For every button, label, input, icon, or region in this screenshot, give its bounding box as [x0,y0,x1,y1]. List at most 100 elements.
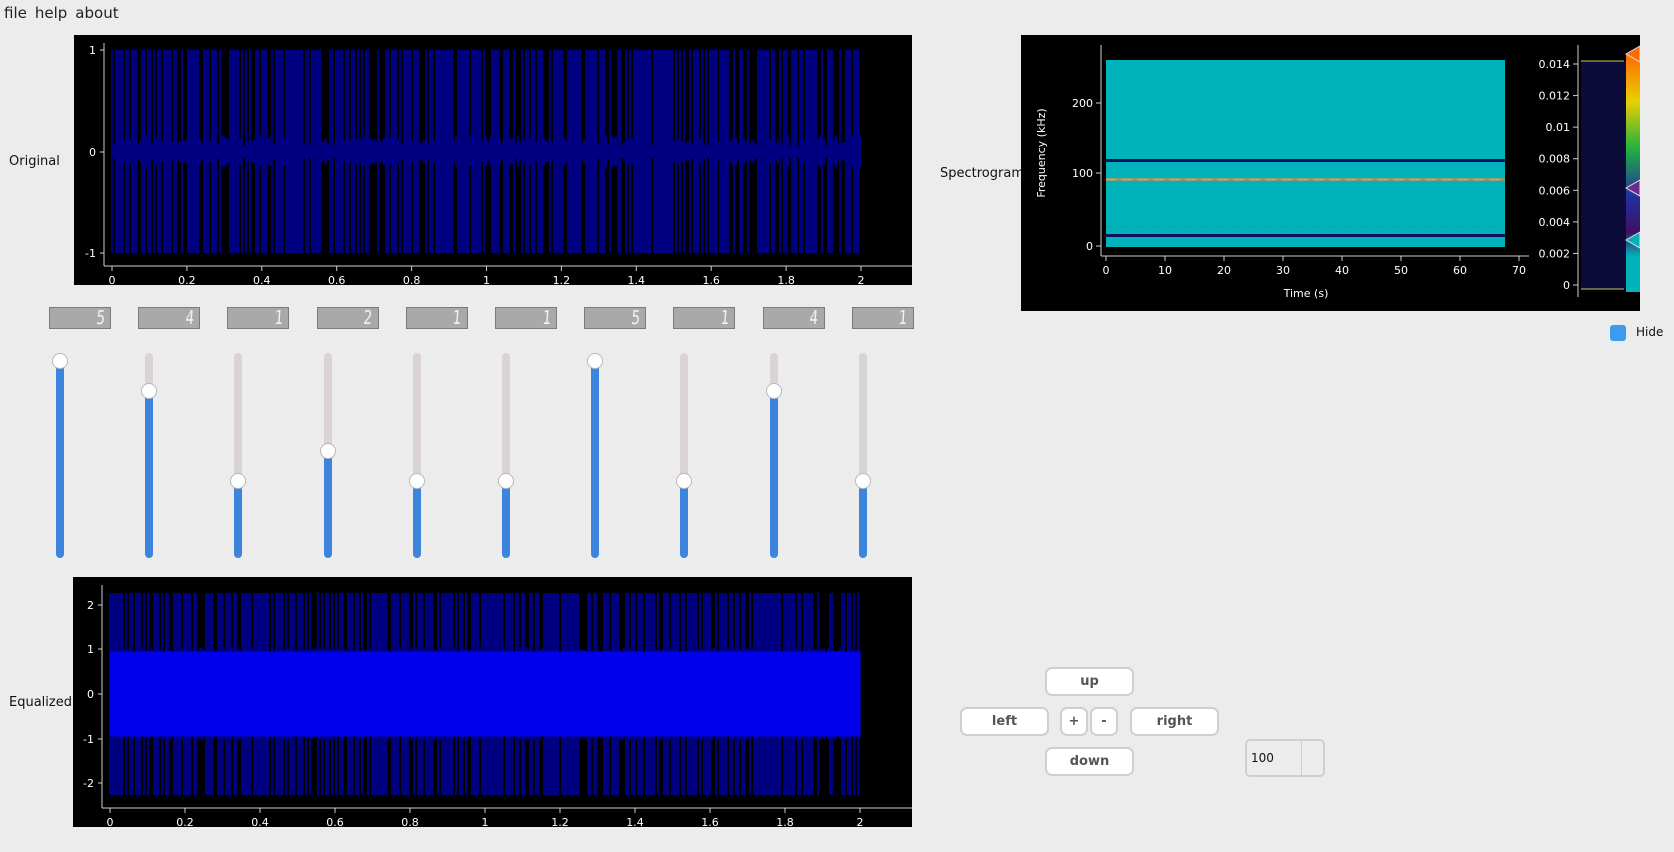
x-tick-label: 0 [107,816,114,827]
spectrogram-plot[interactable]: 0 10 20 30 40 50 60 70 200 100 0 Time (s) Frequency … [1021,35,1640,311]
band-2-slider[interactable] [139,353,159,558]
up-button[interactable]: up [1045,667,1134,696]
spectrogram-image [1106,60,1505,247]
slider-handle[interactable] [408,473,425,489]
slider-handle[interactable] [52,353,68,369]
menu-bar: file help about [0,0,123,26]
y-tick-label: 1 [87,643,94,656]
band-8-slider[interactable] [674,353,694,558]
band-7-lcd-value: 5 [630,307,641,329]
colorbar-tick-label: 0 [1563,279,1570,292]
slider-fill [858,477,867,558]
hide-checkbox[interactable] [1610,325,1626,341]
equalized-label: Equalized [9,695,72,710]
slider-handle[interactable] [765,383,782,399]
x-tick-label: 1.6 [701,816,719,827]
band-10-slider[interactable] [853,353,873,558]
slider-fill [234,477,243,558]
spectrogram-band-high [1106,159,1505,162]
band-10-lcd: 1 [851,307,914,329]
zoom-out-button[interactable]: - [1090,707,1118,736]
equalized-plot[interactable]: 0 0.2 0.4 0.6 0.8 1 1.2 1.4 1.6 1.8 2 2 1 0 -1 -2 [73,577,912,827]
colorbar-tick-label: 0.008 [1539,153,1571,166]
band-2-lcd-value: 4 [184,307,195,329]
hide-checkbox-label: Hide [1636,325,1664,339]
band-4-slider[interactable] [318,353,338,558]
band-4-lcd-value: 2 [362,307,374,329]
spectrogram-band-low [1106,234,1505,237]
slider-handle[interactable] [854,473,871,489]
band-5-slider[interactable] [407,353,427,558]
x-tick-label: 0.8 [403,274,421,285]
colorbar-tick-label: 0.014 [1539,58,1571,71]
band-8-lcd-value: 1 [719,307,730,329]
y-tick-label: 0 [1086,240,1093,253]
x-tick-label: 50 [1394,264,1408,277]
band-2-lcd: 4 [138,307,201,329]
slider-handle[interactable] [230,473,247,489]
x-tick-label: 60 [1453,264,1467,277]
x-tick-label: 0.8 [401,816,419,827]
band-1-lcd-value: 5 [95,307,106,329]
slider-handle[interactable] [141,383,158,399]
spectrogram-label: Spectrogram [940,166,1024,181]
band-7-slider[interactable] [585,353,605,558]
x-tick-label: 1.8 [777,274,795,285]
slider-fill [591,357,600,558]
menu-about[interactable]: about [71,4,122,22]
down-button[interactable]: down [1045,747,1134,776]
original-plot[interactable]: 0 0.2 0.4 0.6 0.8 1 1.2 1.4 1.6 1.8 2 1 0 -1 [74,35,912,285]
band-10-lcd-value: 1 [897,307,909,329]
slider-handle[interactable] [587,353,604,369]
y-tick-label: 0 [89,146,96,159]
x-tick-label: 1.2 [551,816,569,827]
x-tick-label: 0.4 [251,816,269,827]
x-tick-label: 1.2 [553,274,571,285]
band-4-lcd: 2 [316,307,379,329]
x-tick-label: 70 [1512,264,1526,277]
right-button[interactable]: right [1130,707,1219,736]
band-9-slider[interactable] [764,353,784,558]
band-3-lcd-value: 1 [273,307,284,329]
x-tick-label: 1.4 [628,274,646,285]
x-tick-label: 0 [1103,264,1110,277]
band-3-slider[interactable] [228,353,248,558]
x-tick-label: 40 [1335,264,1349,277]
band-1-slider[interactable] [50,353,70,558]
band-1-lcd: 5 [49,307,111,329]
x-tick-label: 0.2 [178,274,196,285]
band-8-lcd: 1 [673,307,736,329]
slider-handle[interactable] [319,443,336,459]
x-tick-label: 1.6 [702,274,720,285]
menu-help[interactable]: help [31,4,71,22]
slider-handle[interactable] [498,473,514,489]
x-tick-label: 0.6 [328,274,346,285]
waveform-dense-band [110,651,860,737]
spectrogram-svg: 0 10 20 30 40 50 60 70 200 100 0 Time (s) Frequency … [1035,45,1640,300]
y-tick-label: -1 [83,733,94,746]
y-tick-label: 200 [1072,97,1093,110]
y-tick-label: -1 [85,247,96,260]
y-tick-label: -2 [83,777,94,790]
band-6-slider[interactable] [496,353,516,558]
band-9-lcd-value: 4 [808,307,820,329]
band-5-lcd: 1 [405,307,468,329]
zoom-in-button[interactable]: + [1060,707,1088,736]
slider-fill [145,387,154,558]
step-spinbox-value: 100 [1251,751,1274,765]
spectrogram-ylabel: Frequency (kHz) [1035,108,1048,197]
slider-fill [323,447,332,558]
left-button[interactable]: left [960,707,1049,736]
colorbar-tick-label: 0.002 [1539,247,1571,260]
menu-file[interactable]: file [0,4,31,22]
slider-handle[interactable] [676,473,693,489]
x-tick-label: 0.6 [326,816,344,827]
waveform-trace [111,50,861,253]
band-6-lcd: 1 [495,307,557,329]
step-spinbox[interactable]: 100 [1245,739,1325,777]
x-tick-label: 1 [483,274,490,285]
x-tick-label: 1.4 [626,816,644,827]
original-label: Original [9,154,60,169]
x-tick-label: 0 [109,274,116,285]
x-tick-label: 10 [1158,264,1172,277]
